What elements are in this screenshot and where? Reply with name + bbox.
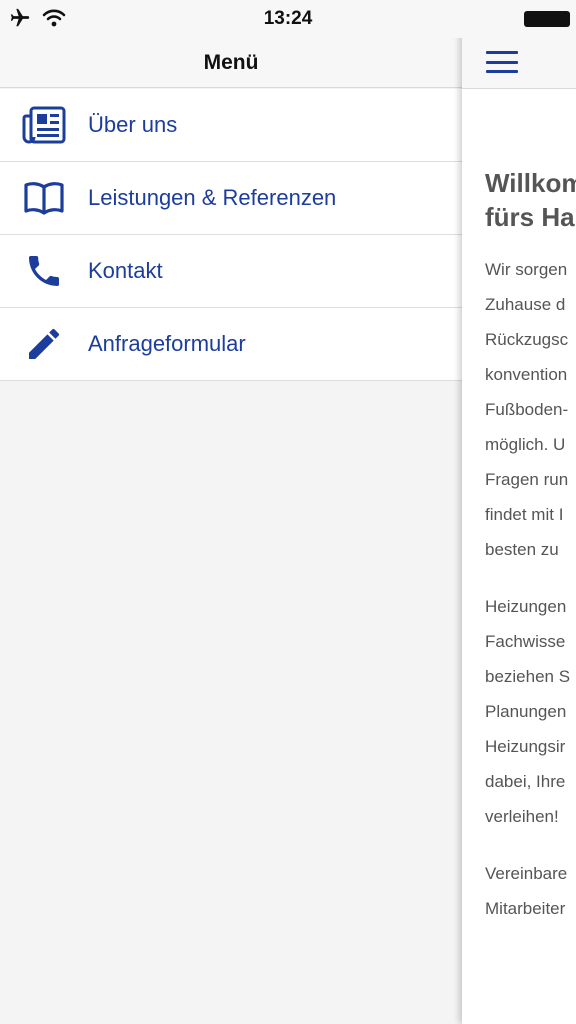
text-line: Vereinbare (485, 864, 568, 883)
text-line: Mitarbeiter (485, 899, 566, 918)
text-line: Heizungsir (485, 737, 566, 756)
text-line: besten zu (485, 540, 559, 559)
book-icon (0, 180, 88, 216)
menu-item-label: Leistungen & Referenzen (88, 185, 337, 210)
text-line: Zuhause d (485, 295, 566, 314)
welcome-heading: Willkom fürs Ha (485, 166, 576, 234)
text-line: Rückzugsc (485, 330, 569, 349)
status-bar: 13:24 (0, 0, 576, 38)
menu-item-label: Über uns (88, 112, 178, 137)
phone-icon (0, 251, 88, 291)
text-line: konvention (485, 365, 568, 384)
text-line: beziehen S (485, 667, 571, 686)
battery-icon (524, 11, 570, 27)
pencil-icon (0, 324, 88, 364)
text-line: findet mit I (485, 505, 564, 524)
paragraph: Wir sorgen Zuhause d Rückzugsc konventio… (485, 252, 576, 567)
menu-list: Über uns Leistungen & Referenzen Kontakt… (0, 89, 462, 381)
menu-item-label: Kontakt (88, 258, 163, 283)
menu-item-label: Anfrageformular (88, 331, 246, 356)
heading-line: Willkom (485, 168, 576, 198)
text-line: Wir sorgen (485, 260, 568, 279)
paragraph: Heizungen Fachwisse beziehen S Planungen… (485, 589, 576, 834)
status-time: 13:24 (263, 8, 313, 29)
text-line: verleihen! (485, 807, 559, 826)
heading-line: fürs Ha (485, 202, 575, 232)
menu-item-ueber-uns[interactable]: Über uns (0, 89, 462, 162)
text-line: dabei, Ihre (485, 772, 566, 791)
paragraph: Vereinbare Mitarbeiter (485, 856, 576, 926)
text-line: Fragen run (485, 470, 569, 489)
text-line: Fachwisse (485, 632, 566, 651)
menu-title: Menü (203, 50, 259, 74)
newspaper-icon (0, 106, 88, 144)
text-line: Fußboden- (485, 400, 569, 419)
menu-header: Menü (0, 38, 462, 88)
content-header (462, 38, 576, 89)
menu-item-anfrageformular[interactable]: Anfrageformular (0, 308, 462, 381)
menu-item-kontakt[interactable]: Kontakt (0, 235, 462, 308)
content-body: Willkom fürs Ha Wir sorgen Zuhause d Rüc… (485, 166, 576, 948)
content-panel[interactable]: Willkom fürs Ha Wir sorgen Zuhause d Rüc… (462, 0, 576, 1024)
text-line: möglich. U (485, 435, 566, 454)
text-line: Planungen (485, 702, 567, 721)
menu-item-leistungen[interactable]: Leistungen & Referenzen (0, 162, 462, 235)
hamburger-menu-icon[interactable] (486, 48, 518, 76)
text-line: Heizungen (485, 597, 567, 616)
